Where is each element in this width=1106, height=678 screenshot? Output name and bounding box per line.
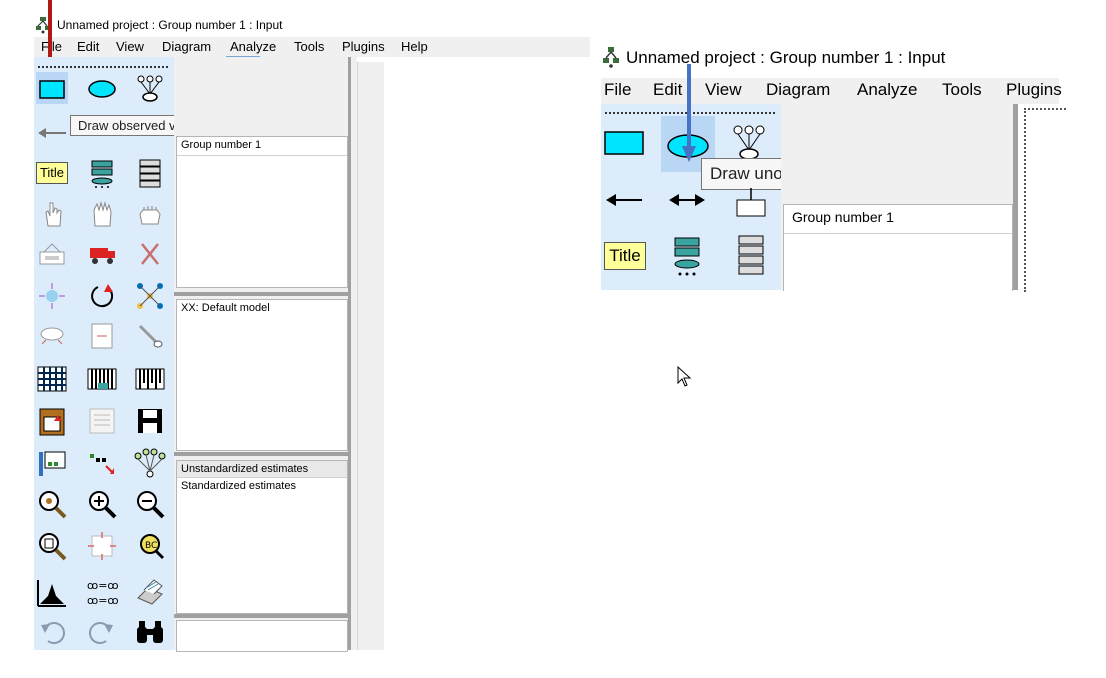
menu-bar: File Edit View Diagram Analyze Tools Plu… (601, 78, 1062, 104)
menu-plugins[interactable]: Plugins (1006, 80, 1062, 100)
models-panel: XX: Default model (176, 299, 348, 451)
mouse-cursor-icon (677, 365, 693, 388)
zoom-page-icon[interactable] (36, 530, 68, 562)
svg-text:BC: BC (145, 541, 157, 551)
estimates-panel: Unstandardized estimates Standardized es… (176, 460, 348, 614)
duplicate-objects-icon[interactable] (36, 238, 68, 270)
panel-divider[interactable] (174, 292, 348, 296)
save-icon[interactable] (134, 405, 166, 437)
draw-unobserved-variables-tool[interactable] (86, 72, 118, 104)
preserve-symmetries-icon[interactable] (134, 448, 166, 480)
drawing-area-edge[interactable] (357, 62, 384, 650)
window-title: Unnamed project : Group number 1 : Input (626, 48, 946, 67)
left-amos-window: Unnamed project : Group number 1 : Input… (0, 0, 590, 652)
svg-text:ꝏ=ꝏ: ꝏ=ꝏ (87, 579, 118, 592)
svg-text:ꝏ=ꝏ: ꝏ=ꝏ (87, 594, 118, 607)
page-boundary (1024, 108, 1066, 292)
analysis-properties-icon[interactable] (86, 363, 118, 395)
groups-panel-header[interactable]: Group number 1 (784, 205, 1012, 234)
zoom-in-icon[interactable] (86, 488, 118, 520)
touch-up-icon[interactable] (134, 320, 166, 352)
list-variables-in-dataset-tool[interactable] (134, 158, 166, 190)
deselect-all-objects-icon[interactable] (134, 198, 166, 230)
models-panel-item[interactable]: XX: Default model (177, 300, 347, 316)
title-tool-label: Title (36, 162, 68, 184)
menu-bar: File Edit View Diagram Analyze Tools Plu… (34, 37, 590, 57)
menu-analyze[interactable]: Analyze (230, 39, 276, 54)
list-variables-in-dataset-tool[interactable] (733, 234, 769, 280)
select-all-objects-icon[interactable] (86, 198, 118, 230)
menu-analyze[interactable]: Analyze (857, 80, 917, 100)
groups-panel-header[interactable]: Group number 1 (177, 137, 347, 156)
groups-panel: Group number 1 (176, 136, 348, 288)
title-tool[interactable]: Title (36, 158, 68, 190)
menu-help[interactable]: Help (401, 39, 428, 54)
draw-observed-variables-tool[interactable] (604, 126, 644, 162)
erase-objects-icon[interactable] (134, 238, 166, 270)
select-data-files-icon[interactable] (36, 363, 68, 395)
magnifier-icon[interactable]: BC (134, 530, 166, 562)
zoom-out-icon[interactable] (134, 488, 166, 520)
panel-divider[interactable] (174, 452, 348, 456)
view-text-icon[interactable] (86, 405, 118, 437)
drawing-area[interactable] (1018, 104, 1066, 292)
menu-file[interactable]: File (604, 80, 631, 100)
panel-divider[interactable] (174, 614, 348, 618)
groups-panel: Group number 1 (783, 204, 1013, 291)
add-error-variable-tool[interactable] (731, 186, 771, 222)
menu-tools[interactable]: Tools (294, 39, 324, 54)
right-amos-window: Unnamed project : Group number 1 : Input… (601, 40, 1066, 292)
select-one-object-icon[interactable] (36, 198, 68, 230)
move-objects-icon[interactable] (86, 238, 118, 270)
window-title: Unnamed project : Group number 1 : Input (57, 18, 283, 32)
list-variables-in-model-tool[interactable] (86, 158, 118, 190)
menu-view[interactable]: View (705, 80, 742, 100)
estimates-item-standardized[interactable]: Standardized estimates (177, 478, 347, 494)
files-panel (176, 620, 348, 652)
menu-diagram[interactable]: Diagram (766, 80, 830, 100)
list-variables-in-model-tool[interactable] (669, 234, 705, 280)
object-properties-icon[interactable] (36, 448, 68, 480)
zoom-select-icon[interactable] (36, 488, 68, 520)
print-icon[interactable] (134, 576, 166, 608)
draw-latent-indicator-tool[interactable] (134, 72, 166, 104)
single-arrow-tool[interactable] (36, 117, 68, 149)
app-icon (601, 46, 621, 68)
specification-search-icon[interactable] (134, 617, 166, 649)
draw-observed-variables-tool[interactable] (36, 72, 68, 104)
estimates-item-unstandardized[interactable]: Unstandardized estimates (177, 461, 347, 478)
blue-annotation-arrow (681, 64, 697, 164)
draw-latent-indicator-tool[interactable] (729, 122, 769, 162)
toolbar-grip (38, 66, 168, 70)
title-tool[interactable]: Title (604, 242, 646, 270)
menu-edit[interactable]: Edit (77, 39, 99, 54)
menu-plugins[interactable]: Plugins (342, 39, 385, 54)
redo-icon[interactable] (86, 617, 118, 649)
rotate-indicators-icon[interactable] (86, 280, 118, 312)
drag-properties-icon[interactable] (86, 448, 118, 480)
double-arrow-tool[interactable] (667, 186, 707, 214)
degrees-of-freedom-icon[interactable] (36, 576, 68, 608)
reflect-indicators-icon[interactable] (134, 280, 166, 312)
menu-tools[interactable]: Tools (942, 80, 982, 100)
menu-diagram[interactable]: Diagram (162, 39, 211, 54)
copy-diagram-icon[interactable] (36, 405, 68, 437)
single-arrow-tool[interactable] (604, 186, 644, 214)
undo-icon[interactable] (36, 617, 68, 649)
menu-view[interactable]: View (116, 39, 144, 54)
multiple-group-icon[interactable]: ꝏ=ꝏ ꝏ=ꝏ (86, 576, 118, 608)
calculate-estimates-icon[interactable] (134, 363, 166, 395)
change-shape-icon[interactable] (36, 280, 68, 312)
scroll-icon[interactable] (86, 320, 118, 352)
move-parameters-icon[interactable] (36, 320, 68, 352)
menu-edit[interactable]: Edit (653, 80, 682, 100)
fit-to-page-icon[interactable] (86, 530, 118, 562)
